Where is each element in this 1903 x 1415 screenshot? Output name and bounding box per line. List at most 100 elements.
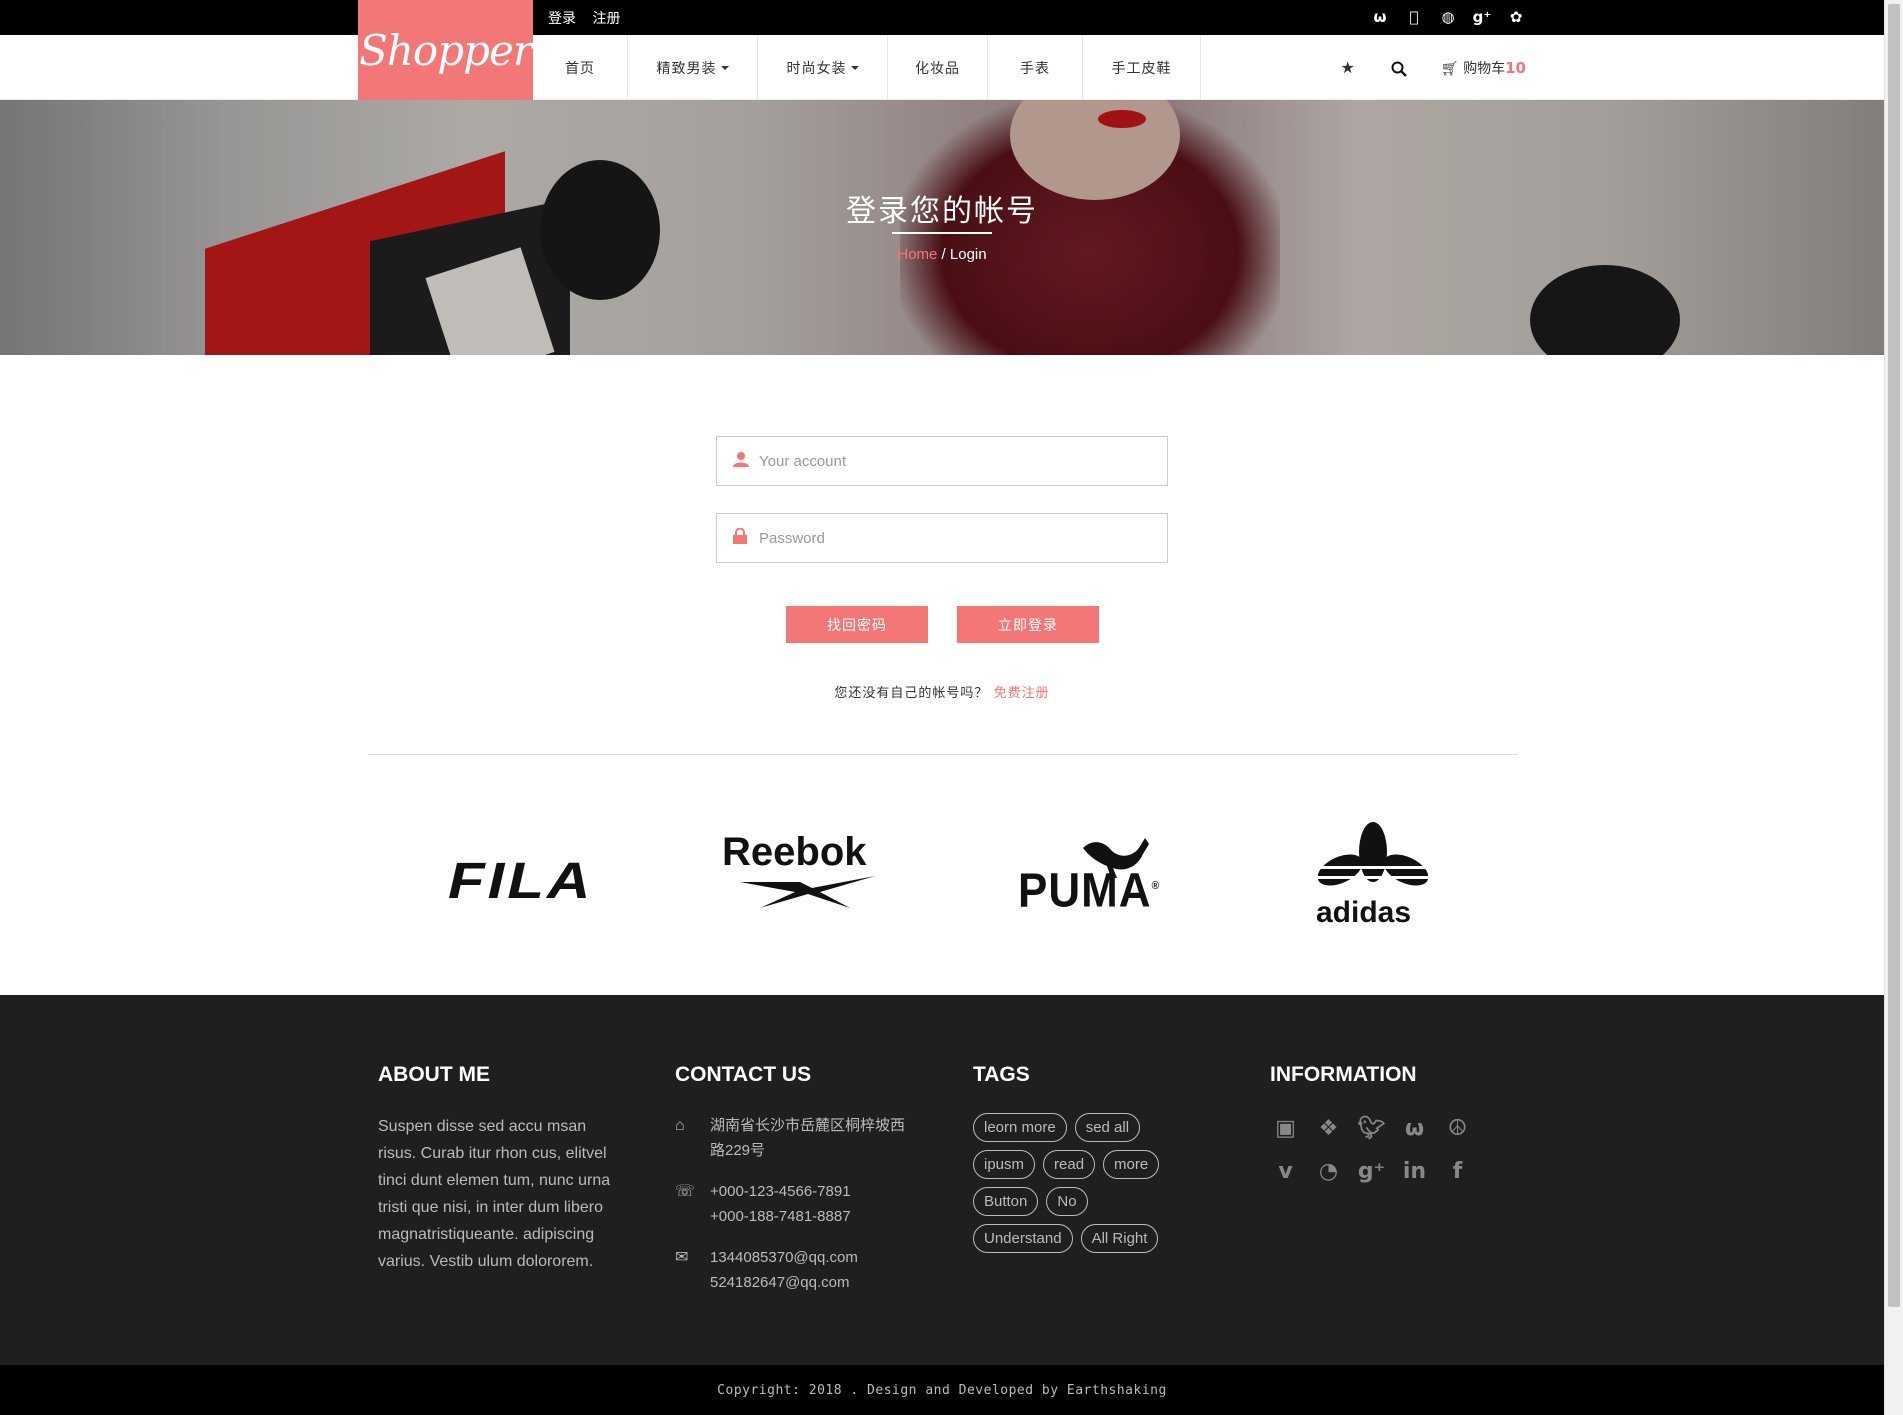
dribbble-icon[interactable]: ◍	[1438, 8, 1458, 26]
signup-prompt: 您还没有自己的帐号吗？ 免费注册	[0, 682, 1884, 701]
cart-count: 10	[1505, 58, 1526, 77]
apps-icon[interactable]: ✿	[1506, 8, 1526, 26]
main-nav: 首页 精致男装 时尚女装 化妆品 手表 手工皮鞋	[533, 35, 1201, 100]
account-links: 登录 注册	[548, 8, 632, 28]
email-list: 1344085370@qq.com 524182647@qq.com	[710, 1245, 858, 1295]
phone-list: +000-123-4566-7891 +000-188-7481-8887	[710, 1179, 851, 1229]
footer-heading: ABOUT ME	[378, 1063, 490, 1086]
tag[interactable]: leorn more	[973, 1113, 1067, 1142]
registered-mark: ®	[1151, 880, 1160, 893]
star-icon[interactable]: ★	[1341, 58, 1355, 77]
top-bar: 登录 注册 ω  ◍ g⁺ ✿	[0, 0, 1884, 35]
puma-wordmark: PUMA	[1018, 863, 1152, 918]
nav-item-cosmetics[interactable]: 化妆品	[888, 35, 988, 100]
contact-phone: ☏ +000-123-4566-7891 +000-188-7481-8887	[675, 1179, 910, 1229]
password-input[interactable]	[759, 529, 1159, 547]
cart-button[interactable]: 🛒︎ 购物车10	[1441, 58, 1526, 78]
tag[interactable]: ipusm	[973, 1150, 1036, 1179]
breadcrumb: Home / Login	[0, 246, 1884, 263]
apple-icon[interactable]: 	[1404, 8, 1424, 26]
google-plus-icon[interactable]: g⁺	[1472, 8, 1492, 26]
nav-item-menswear[interactable]: 精致男装	[628, 35, 758, 100]
signup-link[interactable]: 免费注册	[994, 686, 1050, 701]
copyright: Copyright: 2018 . Design and Developed b…	[0, 1365, 1884, 1415]
account-field[interactable]	[716, 436, 1168, 486]
vimeo-icon[interactable]: v	[1270, 1156, 1301, 1187]
dropbox-icon[interactable]: ❖	[1313, 1113, 1344, 1144]
cart-label: 购物车	[1463, 60, 1506, 77]
site-logo[interactable]: Shopper	[358, 0, 533, 100]
social-icon-grid: ▣ ❖ 🐦︎ ω ☮ v ◔ g⁺ in f	[1270, 1113, 1473, 1187]
title-underline	[892, 232, 992, 234]
nav-label: 手工皮鞋	[1111, 60, 1172, 77]
weibo-icon[interactable]: ω	[1370, 8, 1390, 26]
rss-icon[interactable]: ◔	[1313, 1156, 1344, 1187]
envelope-icon: ✉	[675, 1249, 689, 1266]
login-button[interactable]: 立即登录	[957, 606, 1099, 643]
tag[interactable]: sed all	[1074, 1113, 1141, 1142]
user-icon	[733, 451, 749, 471]
forgot-password-button[interactable]: 找回密码	[786, 606, 928, 643]
weibo-icon[interactable]: ω	[1399, 1113, 1430, 1144]
reebok-logo[interactable]: Reebok	[722, 830, 867, 875]
breadcrumb-separator: /	[937, 246, 950, 263]
twitter-icon[interactable]: 🐦︎	[1356, 1113, 1387, 1144]
google-plus-icon[interactable]: g⁺	[1356, 1156, 1387, 1187]
caret-down-icon	[720, 65, 729, 70]
youtube-icon[interactable]: ▣	[1270, 1113, 1301, 1144]
search-icon[interactable]	[1391, 61, 1407, 77]
footer-information: INFORMATION ▣ ❖ 🐦︎ ω ☮ v ◔ g⁺ in f	[1270, 1063, 1473, 1187]
divider	[368, 754, 1518, 755]
nav-item-womenswear[interactable]: 时尚女装	[758, 35, 888, 100]
nav-item-shoes[interactable]: 手工皮鞋	[1083, 35, 1201, 100]
lock-icon	[733, 527, 749, 548]
password-field[interactable]	[716, 513, 1168, 563]
adidas-logo[interactable]: adidas	[1316, 896, 1411, 930]
nav-label: 化妆品	[915, 60, 960, 77]
reebok-vector-icon	[740, 876, 875, 908]
phone-number: +000-188-7481-8887	[710, 1208, 851, 1225]
linkedin-icon[interactable]: in	[1399, 1156, 1430, 1187]
page-banner: 登录您的帐号 Home / Login	[0, 100, 1884, 355]
tag[interactable]: read	[1043, 1150, 1096, 1179]
nav-item-watches[interactable]: 手表	[988, 35, 1083, 100]
peace-icon[interactable]: ☮	[1442, 1113, 1473, 1144]
login-link[interactable]: 登录	[548, 11, 576, 27]
footer-heading: TAGS	[973, 1063, 1030, 1086]
scrollbar-thumb[interactable]	[1888, 4, 1900, 1307]
nav-item-home[interactable]: 首页	[533, 35, 628, 100]
vertical-scrollbar[interactable]	[1884, 0, 1903, 1415]
address-text: 湖南省长沙市岳麓区桐梓坡西路229号	[710, 1117, 906, 1159]
about-text: Suspen disse sed accu msan risus. Curab …	[378, 1118, 611, 1270]
email-address[interactable]: 524182647@qq.com	[710, 1274, 850, 1291]
page: 登录 注册 ω  ◍ g⁺ ✿ Shopper 首页 精致男装 时尚女装 化妆…	[0, 0, 1884, 1415]
home-icon: ⌂	[675, 1117, 685, 1134]
tag-cloud: leorn more sed all ipusm read more Butto…	[973, 1113, 1193, 1253]
contact-email: ✉ 1344085370@qq.com 524182647@qq.com	[675, 1245, 910, 1295]
tag[interactable]: No	[1046, 1187, 1088, 1216]
site-footer: ABOUT ME Suspen disse sed accu msan risu…	[0, 995, 1884, 1365]
tag[interactable]: more	[1103, 1150, 1160, 1179]
footer-heading: INFORMATION	[1270, 1063, 1417, 1086]
email-address[interactable]: 1344085370@qq.com	[710, 1249, 858, 1266]
facebook-icon[interactable]: f	[1442, 1156, 1473, 1187]
footer-heading: CONTACT US	[675, 1063, 812, 1086]
puma-logo[interactable]: PUMA®	[1018, 864, 1160, 919]
footer-about: ABOUT ME Suspen disse sed accu msan risu…	[378, 1063, 618, 1275]
register-link[interactable]: 注册	[592, 11, 620, 27]
phone-icon: ☏	[675, 1183, 696, 1200]
social-links: ω  ◍ g⁺ ✿	[1370, 8, 1526, 26]
nav-label: 首页	[565, 60, 595, 77]
adidas-trefoil-icon	[1318, 822, 1428, 889]
account-input[interactable]	[759, 452, 1159, 470]
page-title: 登录您的帐号	[846, 194, 1038, 229]
breadcrumb-home[interactable]: Home	[897, 246, 937, 263]
footer-tags: TAGS leorn more sed all ipusm read more …	[973, 1063, 1193, 1253]
nav-label: 时尚女装	[786, 60, 847, 77]
phone-number: +000-123-4566-7891	[710, 1183, 851, 1200]
tag[interactable]: All Right	[1080, 1224, 1159, 1253]
fila-logo[interactable]: FILA	[448, 851, 593, 910]
contact-address: ⌂ 湖南省长沙市岳麓区桐梓坡西路229号	[675, 1113, 910, 1163]
tag[interactable]: Understand	[973, 1224, 1073, 1253]
tag[interactable]: Button	[973, 1187, 1039, 1216]
